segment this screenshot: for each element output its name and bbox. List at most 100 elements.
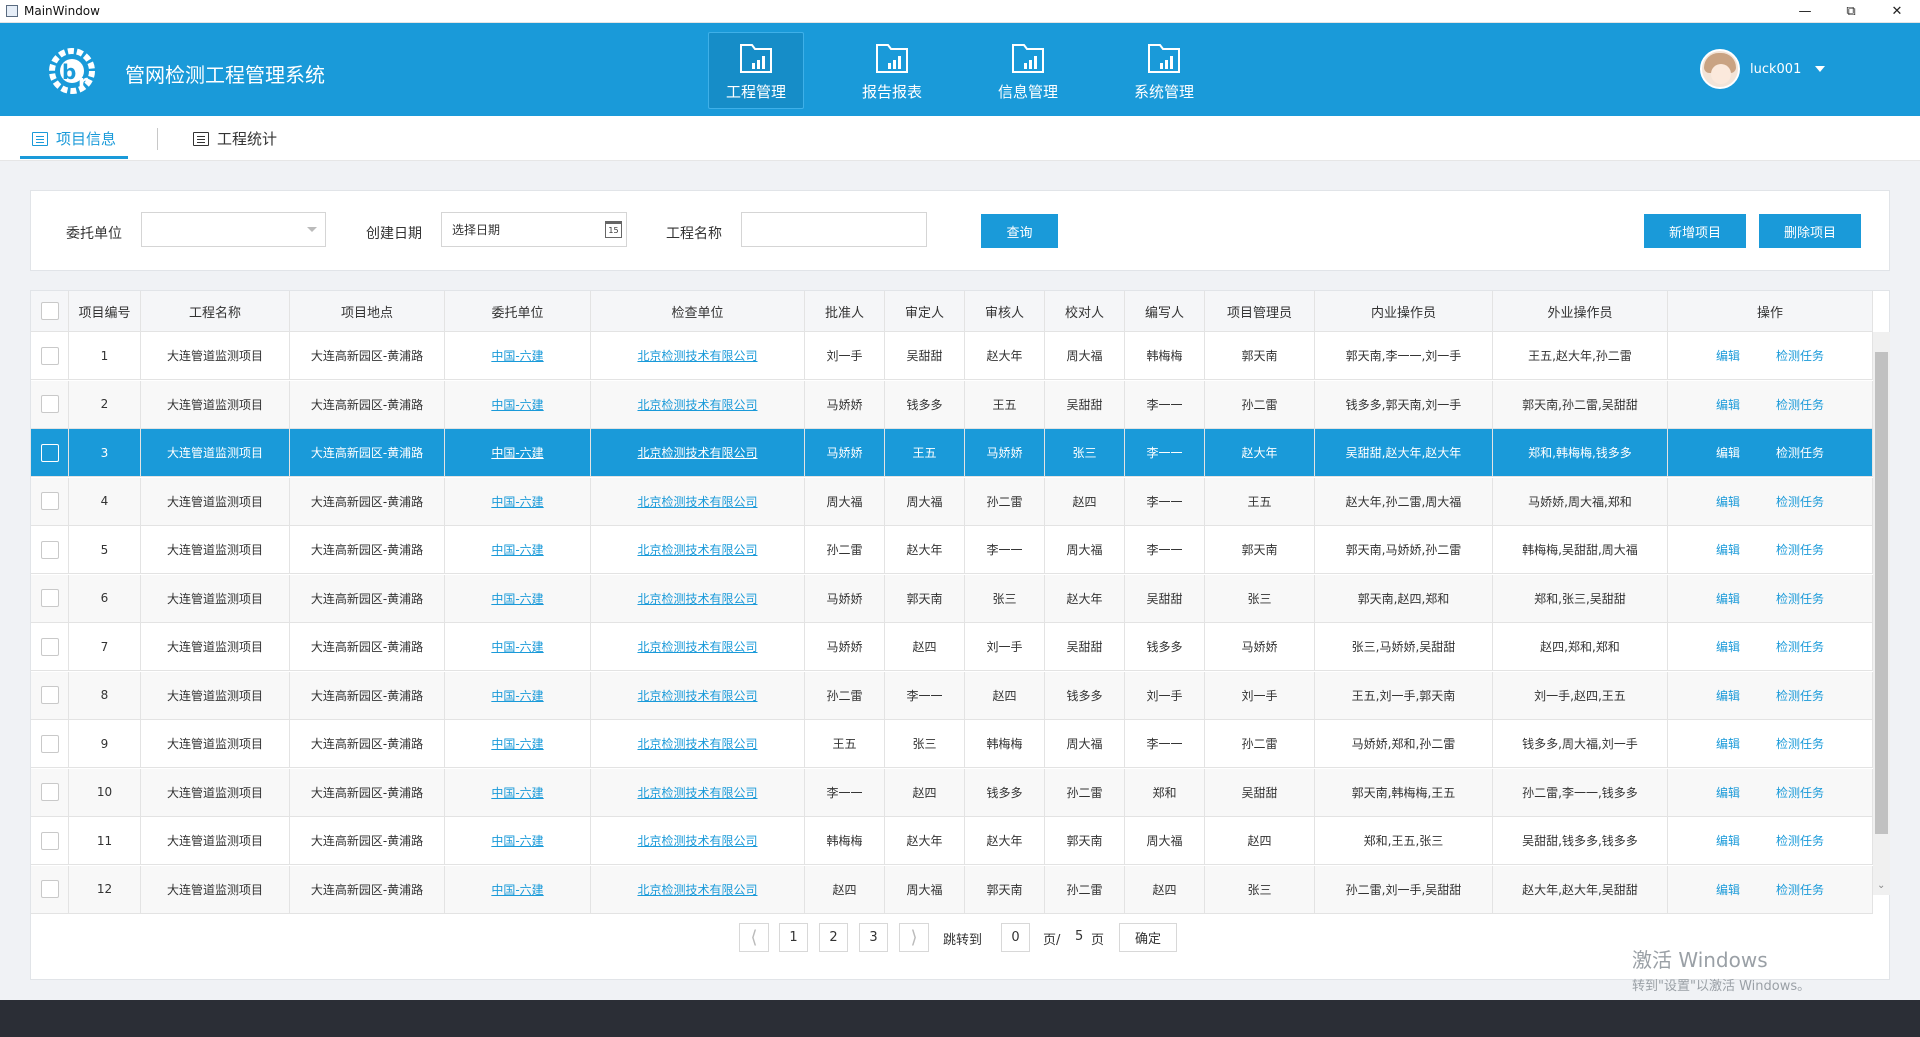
inspector-link[interactable]: 北京检测技术有限公司 bbox=[620, 444, 775, 461]
row-checkbox[interactable] bbox=[40, 589, 59, 607]
inspector-link[interactable]: 北京检测技术有限公司 bbox=[620, 687, 775, 704]
table-row[interactable]: 11 大连管道监测项目 大连高新园区-黄浦路 中国-六建 北京检测技术有限公司 韩梅梅 赵大… bbox=[31, 817, 1873, 865]
inspection-task-link[interactable]: 检测任务 bbox=[1776, 493, 1824, 510]
avatar[interactable] bbox=[1700, 49, 1740, 89]
add-project-button[interactable]: 新增项目 bbox=[1644, 214, 1746, 248]
chevron-down-icon[interactable] bbox=[307, 227, 317, 232]
user-menu[interactable]: luck001 bbox=[1700, 49, 1826, 89]
client-link[interactable]: 中国-六建 bbox=[478, 396, 558, 413]
table-row[interactable]: 2 大连管道监测项目 大连高新园区-黄浦路 中国-六建 北京检测技术有限公司 马娇娇 钱多多… bbox=[31, 380, 1873, 429]
edit-link[interactable]: 编辑 bbox=[1716, 784, 1740, 801]
table-row[interactable]: 9 大连管道监测项目 大连高新园区-黄浦路 中国-六建 北京检测技术有限公司 王五 张三 韩梅… bbox=[31, 720, 1873, 768]
edit-link[interactable]: 编辑 bbox=[1716, 832, 1740, 849]
tab-project-stats[interactable]: 工程统计 bbox=[193, 116, 277, 161]
inspection-task-link[interactable]: 检测任务 bbox=[1776, 832, 1824, 849]
inspection-task-link[interactable]: 检测任务 bbox=[1776, 881, 1824, 898]
client-link[interactable]: 中国-六建 bbox=[478, 493, 558, 510]
inspection-task-link[interactable]: 检测任务 bbox=[1776, 396, 1824, 413]
edit-link[interactable]: 编辑 bbox=[1716, 881, 1740, 898]
nav-reports[interactable]: 报告报表 bbox=[844, 32, 940, 109]
edit-link[interactable]: 编辑 bbox=[1716, 493, 1740, 510]
client-link[interactable]: 中国-六建 bbox=[478, 881, 558, 898]
inspector-link[interactable]: 北京检测技术有限公司 bbox=[620, 590, 775, 607]
nav-info-management[interactable]: 信息管理 bbox=[980, 32, 1076, 109]
prev-page-button[interactable]: ⟨ bbox=[739, 923, 769, 952]
table-row[interactable]: 7 大连管道监测项目 大连高新园区-黄浦路 中国-六建 北京检测技术有限公司 马娇娇 赵四刘… bbox=[31, 623, 1873, 671]
inspector-link[interactable]: 北京检测技术有限公司 bbox=[620, 735, 775, 752]
edit-link[interactable]: 编辑 bbox=[1716, 735, 1740, 752]
chevron-down-icon[interactable] bbox=[1815, 66, 1826, 72]
client-link[interactable]: 中国-六建 bbox=[478, 541, 558, 558]
table-row[interactable]: 10 大连管道监测项目 大连高新园区-黄浦路 中国-六建 北京检测技术有限公司 李一一 赵四… bbox=[31, 768, 1873, 817]
inspector-link[interactable]: 北京检测技术有限公司 bbox=[620, 832, 775, 849]
table-row[interactable]: 5 大连管道监测项目 大连高新园区-黄浦路 中国-六建 北京检测技术有限公司 孙二雷 赵大年… bbox=[31, 526, 1873, 574]
table-row[interactable]: 8 大连管道监测项目 大连高新园区-黄浦路 中国-六建 北京检测技术有限公司 孙二雷 李一一… bbox=[31, 671, 1873, 720]
inspection-task-link[interactable]: 检测任务 bbox=[1776, 590, 1824, 607]
project-name-input[interactable] bbox=[741, 212, 927, 247]
client-link[interactable]: 中国-六建 bbox=[478, 638, 558, 655]
client-link[interactable]: 中国-六建 bbox=[478, 784, 558, 801]
table-row[interactable]: 1 大连管道监测项目 大连高新园区-黄浦路 中国-六建 北京检测技术有限公司 刘一手 吴甜甜… bbox=[31, 332, 1873, 380]
inspector-link[interactable]: 北京检测技术有限公司 bbox=[620, 493, 775, 510]
row-checkbox[interactable] bbox=[40, 831, 59, 850]
confirm-jump-button[interactable]: 确定 bbox=[1119, 923, 1177, 952]
calendar-icon[interactable]: 15 bbox=[605, 221, 622, 238]
inspector-link[interactable]: 北京检测技术有限公司 bbox=[620, 784, 775, 801]
edit-link[interactable]: 编辑 bbox=[1716, 590, 1740, 607]
restore-icon[interactable]: ⧉ bbox=[1828, 0, 1874, 23]
client-link[interactable]: 中国-六建 bbox=[478, 444, 558, 461]
row-checkbox[interactable] bbox=[40, 346, 59, 365]
row-checkbox[interactable] bbox=[40, 443, 59, 462]
row-checkbox[interactable] bbox=[40, 395, 59, 413]
inspection-task-link[interactable]: 检测任务 bbox=[1776, 541, 1824, 558]
table-row[interactable]: 4 大连管道监测项目 大连高新园区-黄浦路 中国-六建 北京检测技术有限公司 周大福 周大福… bbox=[31, 477, 1873, 526]
row-checkbox[interactable] bbox=[40, 637, 59, 656]
inspection-task-link[interactable]: 检测任务 bbox=[1776, 735, 1824, 752]
row-checkbox[interactable] bbox=[40, 880, 59, 898]
edit-link[interactable]: 编辑 bbox=[1716, 396, 1740, 413]
nav-system-management[interactable]: 系统管理 bbox=[1116, 32, 1212, 109]
nav-project-management[interactable]: 工程管理 bbox=[708, 32, 804, 109]
edit-link[interactable]: 编辑 bbox=[1716, 687, 1740, 704]
inspector-link[interactable]: 北京检测技术有限公司 bbox=[620, 396, 775, 413]
page-button-3[interactable]: 3 bbox=[859, 923, 888, 952]
client-link[interactable]: 中国-六建 bbox=[478, 735, 558, 752]
username[interactable]: luck001 bbox=[1750, 62, 1801, 77]
edit-link[interactable]: 编辑 bbox=[1716, 541, 1740, 558]
inspector-link[interactable]: 北京检测技术有限公司 bbox=[620, 541, 775, 558]
select-all-checkbox[interactable] bbox=[40, 302, 59, 320]
tab-project-info[interactable]: 项目信息 bbox=[20, 116, 129, 161]
row-checkbox[interactable] bbox=[40, 783, 59, 801]
inspection-task-link[interactable]: 检测任务 bbox=[1776, 347, 1824, 364]
client-link[interactable]: 中国-六建 bbox=[478, 832, 558, 849]
date-picker[interactable]: 选择日期 15 bbox=[441, 212, 627, 247]
inspector-link[interactable]: 北京检测技术有限公司 bbox=[620, 638, 775, 655]
scroll-down-icon[interactable]: ⌄ bbox=[1877, 880, 1885, 891]
query-button[interactable]: 查询 bbox=[981, 214, 1058, 248]
inspector-link[interactable]: 北京检测技术有限公司 bbox=[620, 881, 775, 898]
page-button-2[interactable]: 2 bbox=[819, 923, 848, 952]
table-row[interactable]: 6 大连管道监测项目 大连高新园区-黄浦路 中国-六建 北京检测技术有限公司 马娇娇 郭天南… bbox=[31, 574, 1873, 623]
scrollbar-thumb[interactable] bbox=[1875, 352, 1888, 834]
inspection-task-link[interactable]: 检测任务 bbox=[1776, 638, 1824, 655]
inspection-task-link[interactable]: 检测任务 bbox=[1776, 687, 1824, 704]
edit-link[interactable]: 编辑 bbox=[1716, 444, 1740, 461]
page-button-1[interactable]: 1 bbox=[779, 923, 808, 952]
delete-project-button[interactable]: 删除项目 bbox=[1759, 214, 1861, 248]
inspection-task-link[interactable]: 检测任务 bbox=[1776, 784, 1824, 801]
row-checkbox[interactable] bbox=[40, 734, 59, 753]
vertical-scrollbar[interactable]: ⌄ bbox=[1873, 332, 1890, 895]
minimize-icon[interactable]: — bbox=[1782, 0, 1828, 23]
table-row[interactable]: 12 大连管道监测项目 大连高新园区-黄浦路 中国-六建 北京检测技术有限公司 赵四 周大福… bbox=[31, 865, 1873, 914]
edit-link[interactable]: 编辑 bbox=[1716, 347, 1740, 364]
row-checkbox[interactable] bbox=[40, 492, 59, 510]
edit-link[interactable]: 编辑 bbox=[1716, 638, 1740, 655]
client-link[interactable]: 中国-六建 bbox=[478, 687, 558, 704]
jump-page-input[interactable]: 0 bbox=[1001, 923, 1030, 952]
row-checkbox[interactable] bbox=[40, 540, 59, 559]
row-checkbox[interactable] bbox=[40, 686, 59, 704]
client-link[interactable]: 中国-六建 bbox=[478, 347, 558, 364]
client-link[interactable]: 中国-六建 bbox=[478, 590, 558, 607]
client-select[interactable] bbox=[141, 212, 326, 247]
next-page-button[interactable]: ⟩ bbox=[899, 923, 929, 952]
